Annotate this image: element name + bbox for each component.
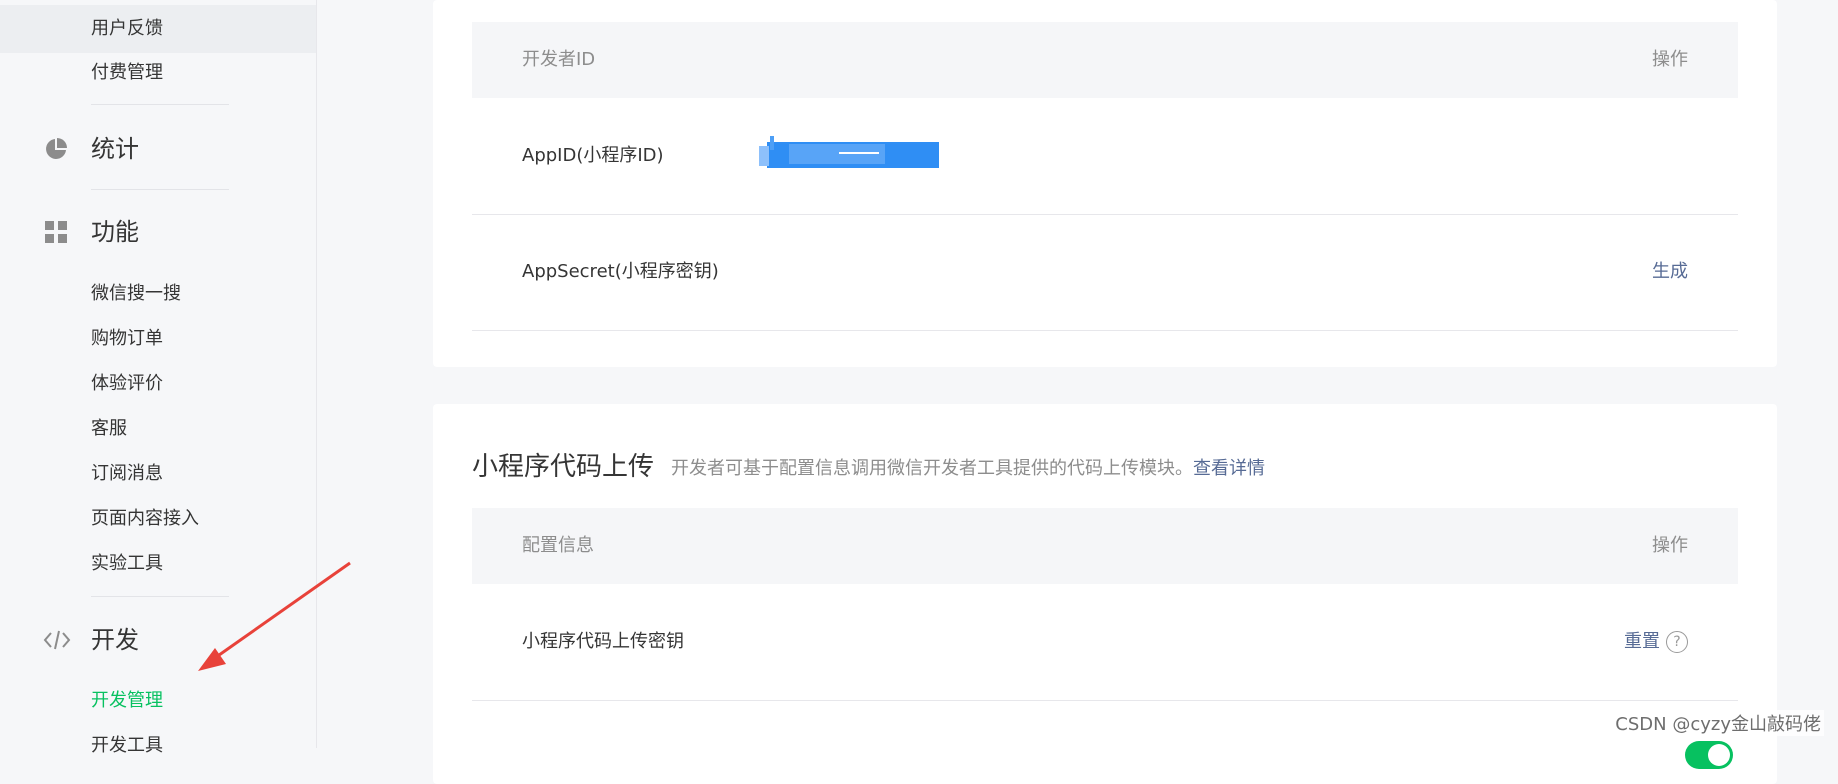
sidebar-item-customer-service[interactable]: 客服 [0, 405, 316, 453]
sidebar: 用户反馈 付费管理 统计 功能 微信搜一搜 购物订单 体验评价 客服 订阅消息 … [0, 0, 317, 756]
sidebar-item-user-feedback[interactable]: 用户反馈 [0, 5, 316, 53]
sidebar-section-develop[interactable]: 开发 [0, 612, 316, 668]
sidebar-item-dev-management[interactable]: 开发管理 [0, 677, 316, 725]
sidebar-divider [91, 189, 229, 190]
sidebar-section-label: 统计 [91, 135, 139, 163]
table-row-upload-key: 小程序代码上传密钥 重置? [472, 584, 1738, 701]
code-upload-card: 小程序代码上传 开发者可基于配置信息调用微信开发者工具提供的代码上传模块。查看详… [433, 404, 1777, 784]
sidebar-item-wechat-search[interactable]: 微信搜一搜 [0, 270, 316, 318]
generate-secret-link[interactable]: 生成 [1652, 214, 1688, 330]
table-row-appsecret: AppSecret(小程序密钥) 生成 [472, 214, 1738, 331]
sidebar-divider [91, 596, 229, 597]
table-header: 配置信息 操作 [472, 508, 1738, 584]
csdn-watermark: CSDN @cyzy金山敲码佬 [1612, 710, 1824, 736]
developer-id-card: 开发者ID 操作 AppID(小程序ID) AppSecret(小程序密钥) 生… [433, 0, 1777, 367]
sidebar-item-page-content-access[interactable]: 页面内容接入 [0, 495, 316, 543]
pie-chart-icon [46, 138, 67, 159]
sidebar-item-experiment-tools[interactable]: 实验工具 [0, 540, 316, 588]
table-row-appid: AppID(小程序ID) [472, 98, 1738, 215]
sidebar-section-stats[interactable]: 统计 [0, 121, 316, 177]
column-header-actions: 操作 [1652, 535, 1688, 556]
reset-key-link[interactable]: 重置 [1624, 631, 1660, 652]
code-icon [43, 630, 71, 650]
column-header-developer-id: 开发者ID [522, 49, 596, 70]
column-header-actions: 操作 [1652, 49, 1688, 70]
table-header: 开发者ID 操作 [472, 22, 1738, 98]
help-icon[interactable]: ? [1666, 631, 1688, 653]
column-header-config-info: 配置信息 [522, 535, 594, 556]
sidebar-section-features[interactable]: 功能 [0, 204, 316, 260]
section-title: 小程序代码上传 [472, 452, 655, 482]
sidebar-section-label: 功能 [91, 218, 139, 246]
sidebar-item-dev-tools[interactable]: 开发工具 [0, 722, 316, 770]
ip-whitelist-toggle[interactable] [1685, 741, 1733, 769]
sidebar-item-payment-management[interactable]: 付费管理 [0, 49, 316, 97]
sidebar-section-label: 开发 [91, 626, 139, 654]
section-description: 开发者可基于配置信息调用微信开发者工具提供的代码上传模块。查看详情 [671, 454, 1265, 480]
view-details-link[interactable]: 查看详情 [1193, 458, 1265, 479]
row-actions: 重置? [1624, 584, 1688, 700]
row-label-appid: AppID(小程序ID) [522, 145, 664, 166]
description-text: 开发者可基于配置信息调用微信开发者工具提供的代码上传模块。 [671, 458, 1193, 479]
row-label-appsecret: AppSecret(小程序密钥) [522, 261, 719, 282]
sidebar-item-shopping-orders[interactable]: 购物订单 [0, 315, 316, 363]
appid-redacted-value [759, 136, 939, 168]
sidebar-item-subscription-messages[interactable]: 订阅消息 [0, 450, 316, 498]
sidebar-item-experience-review[interactable]: 体验评价 [0, 360, 316, 408]
row-label-upload-key: 小程序代码上传密钥 [522, 631, 684, 652]
grid-icon [45, 221, 67, 243]
sidebar-divider [91, 104, 229, 105]
